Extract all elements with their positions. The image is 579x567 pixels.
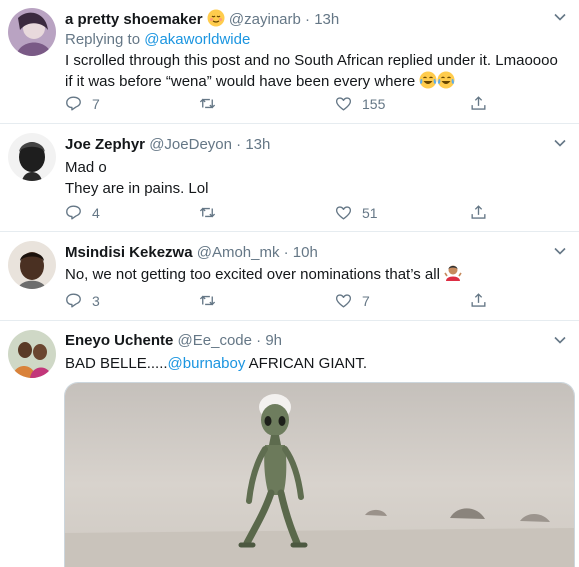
person-shrugging-emoji: [444, 265, 462, 281]
retweet-icon: [199, 295, 216, 306]
tweet-2[interactable]: Joe Zephyr @JoeDeyon · 13h Mad o They ar…: [0, 124, 579, 232]
handle[interactable]: @zayinarb: [229, 11, 301, 28]
tweet-actions: 4 51: [64, 203, 494, 225]
avatar[interactable]: [8, 8, 56, 56]
avatar[interactable]: [8, 133, 56, 181]
handle[interactable]: @Amoh_mk: [197, 244, 280, 261]
reply-button[interactable]: 7: [64, 94, 100, 113]
timestamp[interactable]: · 9h: [256, 332, 282, 349]
replying-to-label: Replying to: [65, 31, 145, 48]
chevron-down-icon[interactable]: [551, 134, 569, 152]
like-button[interactable]: 51: [334, 203, 378, 222]
like-count: 51: [362, 204, 378, 221]
reply-button[interactable]: 3: [64, 291, 100, 310]
handle[interactable]: @JoeDeyon: [149, 136, 232, 153]
reply-count: 7: [92, 95, 100, 112]
display-name[interactable]: Eneyo Uchente: [65, 332, 173, 349]
share-button[interactable]: [469, 291, 488, 310]
timestamp[interactable]: · 10h: [284, 244, 318, 261]
timestamp[interactable]: · 13h: [236, 136, 270, 153]
display-name[interactable]: a pretty shoemaker: [65, 11, 203, 28]
tweet-actions: 7 155: [64, 94, 494, 116]
tweet-3[interactable]: Msindisi Kekezwa @Amoh_mk · 10h No, we n…: [0, 232, 579, 321]
retweet-button[interactable]: [198, 203, 217, 222]
relieved-face-emoji: [207, 9, 225, 27]
retweet-button[interactable]: [198, 291, 217, 310]
tears-of-joy-emoji: [437, 71, 455, 89]
reply-icon: [66, 293, 81, 308]
timestamp[interactable]: · 13h: [305, 11, 339, 28]
share-button[interactable]: [469, 94, 488, 113]
video-thumbnail[interactable]: [64, 382, 575, 567]
heart-icon: [335, 97, 352, 111]
dancing-alien-video-thumbnail: [65, 383, 574, 567]
tears-of-joy-emoji: [419, 71, 437, 89]
avatar[interactable]: [8, 241, 56, 289]
heart-icon: [335, 206, 352, 220]
retweet-icon: [199, 207, 216, 218]
tweet-text: No, we not getting too excited over nomi…: [65, 264, 569, 285]
share-icon: [471, 205, 486, 219]
share-button[interactable]: [469, 203, 488, 222]
display-name[interactable]: Joe Zephyr: [65, 136, 145, 153]
tweet-text: Mad o They are in pains. Lol: [65, 159, 209, 197]
chevron-down-icon[interactable]: [551, 242, 569, 260]
retweet-button[interactable]: [198, 94, 217, 113]
handle[interactable]: @Ee_code: [178, 332, 252, 349]
mention-link[interactable]: @burnaboy: [168, 355, 246, 372]
reply-icon: [66, 205, 81, 220]
chevron-down-icon[interactable]: [551, 331, 569, 349]
like-count: 7: [362, 292, 370, 309]
tweet-actions: 3 7: [64, 291, 494, 313]
reply-count: 4: [92, 204, 100, 221]
reply-count: 3: [92, 292, 100, 309]
retweet-icon: [199, 98, 216, 109]
replying-to-mention[interactable]: @akaworldwide: [144, 31, 250, 48]
like-button[interactable]: 155: [334, 94, 385, 113]
replying-to-line: Replying to @akaworldwide: [65, 29, 569, 50]
heart-icon: [335, 294, 352, 308]
reply-button[interactable]: 4: [64, 203, 100, 222]
tweet-text: I scrolled through this post and no Sout…: [65, 52, 558, 90]
like-count: 155: [362, 95, 386, 112]
tweet-1[interactable]: a pretty shoemaker @zayinarb · 13h Reply…: [0, 0, 579, 124]
share-icon: [471, 96, 486, 110]
avatar[interactable]: [8, 330, 56, 378]
tweet-text: BAD BELLE.....@burnaboy AFRICAN GIANT.: [65, 355, 368, 372]
like-button[interactable]: 7: [334, 291, 370, 310]
share-icon: [471, 293, 486, 307]
display-name[interactable]: Msindisi Kekezwa: [65, 244, 193, 261]
reply-icon: [66, 96, 81, 111]
chevron-down-icon[interactable]: [551, 8, 569, 26]
